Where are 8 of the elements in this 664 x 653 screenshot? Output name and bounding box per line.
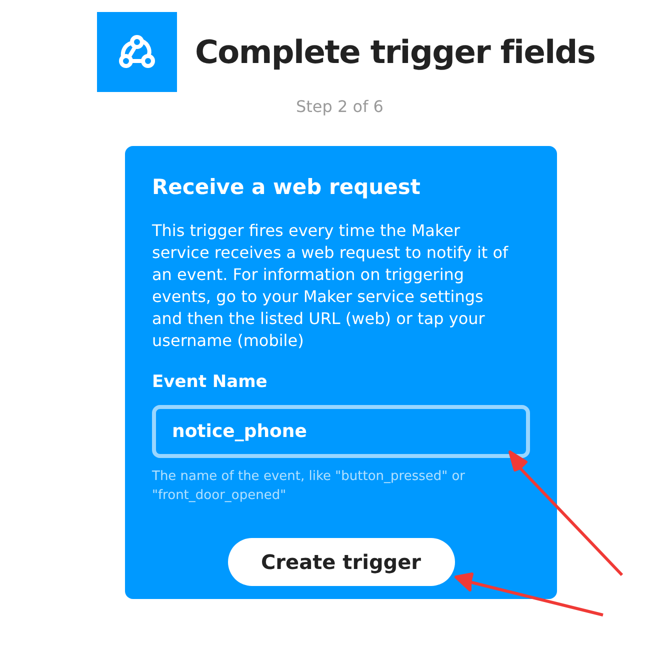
card-title: Receive a web request: [152, 174, 422, 201]
field-hint: The name of the event, like "button_pressed" or "front_door_opened": [152, 468, 466, 505]
trigger-description: This trigger fires every time the Maker service receives a web request to notify it of an event. For information on triggering events, go to your Maker service settings and then the listed URL (web) or tap your username (mobile): [152, 220, 510, 352]
create-trigger-button[interactable]: Create trigger: [228, 538, 454, 586]
step-indicator: Step 2 of 6: [296, 96, 384, 118]
field-label: Event Name: [152, 370, 268, 394]
logo-icon: [97, 12, 177, 92]
page-title: Complete trigger fields: [195, 32, 596, 73]
